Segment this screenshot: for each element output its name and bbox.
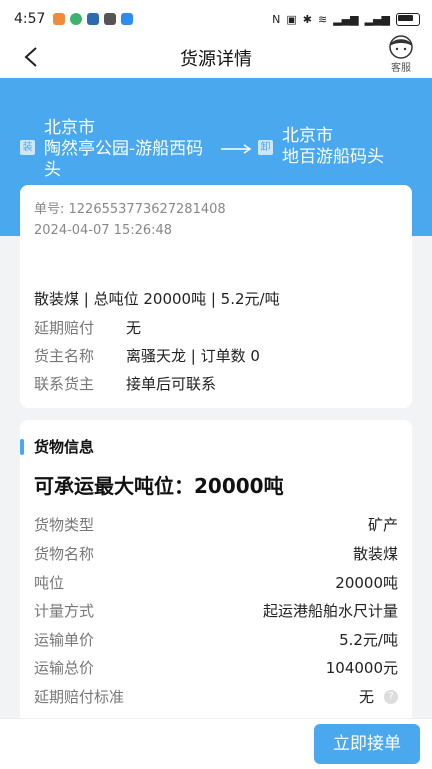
customer-service-icon (389, 35, 413, 59)
section-header: 货物信息 (20, 436, 94, 457)
nfc-icon: N (272, 12, 281, 26)
unload-tag: 卸 (258, 140, 273, 155)
status-bar: 4:57 N ▣ ✱ ≋ ▂▄▆ ▂▄▆ (0, 0, 432, 38)
nav-bar: 货源详情 客服 (0, 35, 432, 78)
order-number: 单号: 1226553773627281408 (34, 202, 226, 217)
signal-icon: ▂▄▆ (364, 12, 390, 26)
detail-key: 计量方式 (34, 602, 95, 620)
info-row: 联系货主 接单后可联系 (34, 373, 216, 394)
cargo-card: 货物信息 可承运最大吨位：20000吨 货物类型 矿产 货物名称 散装煤 吨位 … (20, 420, 412, 740)
detail-row: 延期赔付标准 无 ? (34, 686, 398, 707)
wifi-icon: ≋ (318, 12, 328, 26)
info-key: 联系货主 (34, 375, 95, 393)
info-value: 无 (126, 319, 142, 337)
detail-row: 吨位 20000吨 (34, 572, 398, 593)
info-key: 延期赔付 (34, 319, 95, 337)
detail-key: 吨位 (34, 574, 65, 592)
help-icon[interactable]: ? (384, 689, 398, 704)
detail-value: 矿产 (367, 516, 398, 534)
chevron-left-icon (24, 47, 37, 67)
section-title: 货物信息 (34, 438, 95, 456)
info-value: 接单后可联系 (126, 375, 217, 393)
detail-value: 起运港船舶水尺计量 (262, 602, 398, 620)
info-value: 离骚天龙 | 订单数 0 (126, 347, 260, 365)
origin-city: 北京市 (44, 118, 95, 138)
detail-value: 104000元 (325, 659, 398, 677)
customer-service-label: 客服 (391, 63, 411, 74)
origin-place: 陶然亭公园-游船西码头 (44, 139, 204, 180)
app-notification-icon (70, 13, 83, 25)
detail-value: 无 (358, 688, 374, 706)
app-notification-icon (104, 13, 117, 25)
destination: 卸 北京市 地百游船码头 (258, 126, 428, 168)
back-button[interactable] (18, 42, 46, 72)
order-summary: 散装煤 | 总吨位 20000吨 | 5.2元/吨 (34, 290, 280, 308)
info-row: 货主名称 离骚天龙 | 订单数 0 (34, 345, 260, 366)
detail-value: 散装煤 (352, 545, 398, 563)
bluetooth-icon: ✱ (302, 12, 312, 26)
app-notification-icon (121, 13, 134, 25)
detail-key: 货物名称 (34, 545, 95, 563)
app-notification-icon (87, 13, 100, 25)
info-row: 延期赔付 无 (34, 317, 141, 338)
app-notification-icon (53, 13, 66, 25)
page-title: 货源详情 (180, 49, 252, 70)
section-accent-bar (20, 438, 24, 455)
detail-key: 运输单价 (34, 631, 95, 649)
origin: 装 北京市 陶然亭公园-游船西码头 (20, 118, 210, 181)
arrow-right-icon (221, 144, 252, 154)
max-capacity: 可承运最大吨位：20000吨 (34, 474, 284, 498)
detail-key: 运输总价 (34, 659, 95, 677)
accept-order-button[interactable]: 立即接单 (314, 724, 420, 764)
detail-row: 货物类型 矿产 (34, 514, 398, 535)
destination-place: 地百游船码头 (282, 147, 384, 167)
detail-row: 运输单价 5.2元/吨 (34, 629, 398, 650)
battery-icon (396, 12, 420, 26)
customer-service-button[interactable]: 客服 (384, 34, 418, 74)
detail-key: 延期赔付标准 (34, 688, 125, 706)
detail-row: 运输总价 104000元 (34, 657, 398, 678)
order-datetime: 2024-04-07 15:26:48 (34, 223, 173, 238)
detail-value: 5.2元/吨 (339, 631, 398, 649)
detail-key: 货物类型 (34, 516, 95, 534)
load-tag: 装 (20, 140, 35, 155)
info-key: 货主名称 (34, 347, 95, 365)
signal-icon: ▂▄▆ (333, 12, 359, 26)
order-card: 单号: 1226553773627281408 2024-04-07 15:26… (20, 185, 412, 408)
detail-value: 20000吨 (335, 574, 398, 592)
vibrate-icon: ▣ (286, 12, 297, 26)
detail-row: 计量方式 起运港船舶水尺计量 (34, 600, 398, 621)
notification-icons (53, 13, 134, 25)
status-time: 4:57 (14, 11, 46, 27)
bottom-action-bar: 立即接单 (0, 718, 432, 769)
destination-city: 北京市 (282, 126, 333, 146)
detail-row: 货物名称 散装煤 (34, 543, 398, 564)
